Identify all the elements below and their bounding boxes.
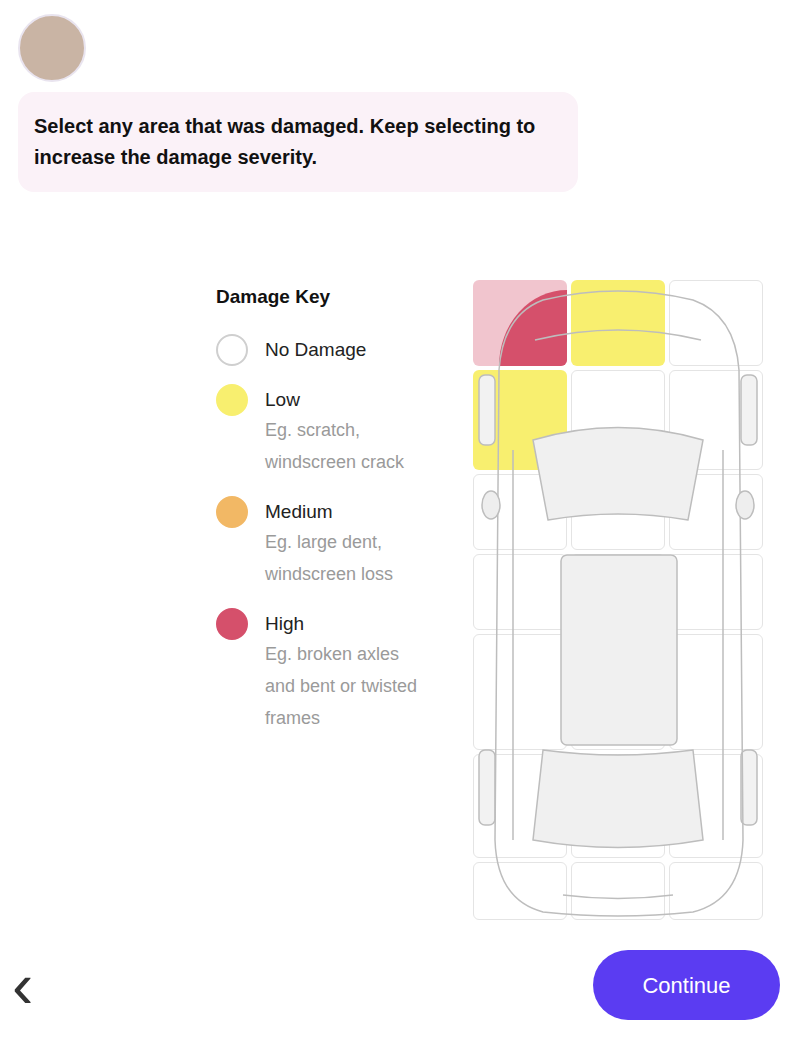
assistant-header: Select any area that was damaged. Keep s…	[0, 0, 794, 192]
car-area-cell[interactable]	[669, 280, 763, 366]
severity-example: Eg. broken axles	[265, 638, 417, 670]
high-damage-fill	[499, 290, 567, 366]
damage-key: Damage KeyNo DamageLowEg. scratch,windsc…	[216, 280, 473, 920]
car-area-cell[interactable]	[669, 370, 763, 470]
car-area-cell[interactable]	[571, 554, 665, 630]
damage-key-text: No Damage	[265, 334, 366, 366]
prompt-bubble: Select any area that was damaged. Keep s…	[18, 92, 578, 192]
severity-label: No Damage	[265, 336, 366, 364]
car-area-cell[interactable]	[571, 634, 665, 750]
car-top-view-icon	[473, 280, 763, 920]
back-button[interactable]: ‹	[10, 953, 35, 1017]
damage-key-text: MediumEg. large dent,windscreen loss	[265, 496, 393, 590]
severity-example: Eg. large dent,	[265, 526, 393, 558]
severity-label: Low	[265, 386, 404, 414]
damage-screen: Select any area that was damaged. Keep s…	[0, 0, 794, 1052]
car-diagram	[473, 280, 763, 920]
car-area-cell[interactable]	[669, 554, 763, 630]
severity-example: windscreen crack	[265, 446, 404, 478]
assistant-avatar	[18, 14, 86, 82]
car-area-cell[interactable]	[473, 554, 567, 630]
severity-example: windscreen loss	[265, 558, 393, 590]
severity-label: Medium	[265, 498, 393, 526]
car-area-cell[interactable]	[473, 280, 567, 366]
damage-section: Damage KeyNo DamageLowEg. scratch,windsc…	[0, 280, 794, 920]
damage-key-text: HighEg. broken axlesand bent or twistedf…	[265, 608, 417, 734]
car-area-cell[interactable]	[473, 754, 567, 858]
severity-example: and bent or twisted	[265, 670, 417, 702]
car-area-cell[interactable]	[571, 862, 665, 920]
car-area-grid	[473, 280, 763, 920]
car-area-cell[interactable]	[571, 370, 665, 470]
severity-example: Eg. scratch,	[265, 414, 404, 446]
car-area-cell[interactable]	[473, 474, 567, 550]
damage-key-item: HighEg. broken axlesand bent or twistedf…	[216, 608, 473, 734]
car-area-cell[interactable]	[571, 474, 665, 550]
car-area-cell[interactable]	[473, 634, 567, 750]
car-area-cell[interactable]	[473, 370, 567, 470]
severity-dot	[216, 608, 248, 640]
severity-example: frames	[265, 702, 417, 734]
footer: ‹ Continue	[0, 950, 794, 1020]
severity-dot	[216, 496, 248, 528]
severity-label: High	[265, 610, 417, 638]
car-area-cell[interactable]	[571, 280, 665, 366]
continue-button[interactable]: Continue	[593, 950, 780, 1020]
car-area-cell[interactable]	[669, 474, 763, 550]
damage-key-title: Damage Key	[216, 284, 473, 310]
damage-key-text: LowEg. scratch,windscreen crack	[265, 384, 404, 478]
severity-dot	[216, 334, 248, 366]
car-area-cell[interactable]	[669, 862, 763, 920]
car-area-cell[interactable]	[571, 754, 665, 858]
damage-key-item: LowEg. scratch,windscreen crack	[216, 384, 473, 478]
damage-key-list: No Damage LowEg. scratch,windscreen crack…	[216, 334, 473, 734]
car-area-cell[interactable]	[669, 754, 763, 858]
damage-key-item: MediumEg. large dent,windscreen loss	[216, 496, 473, 590]
car-area-cell[interactable]	[669, 634, 763, 750]
severity-dot	[216, 384, 248, 416]
damage-key-item: No Damage	[216, 334, 473, 366]
car-area-cell[interactable]	[473, 862, 567, 920]
